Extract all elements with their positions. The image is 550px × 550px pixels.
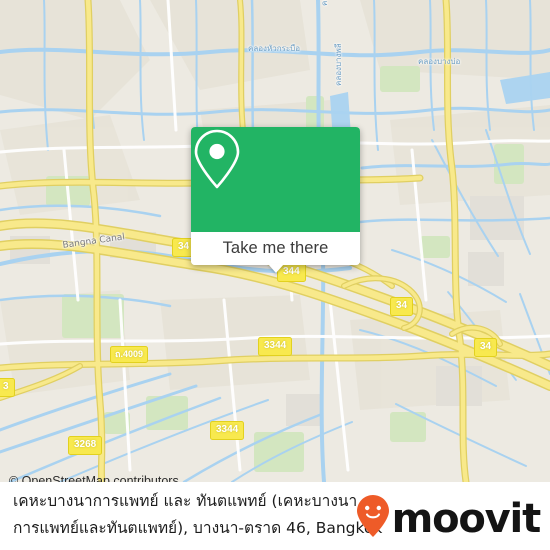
take-me-there-label: Take me there bbox=[222, 239, 329, 257]
moovit-pin-smiley-logo-icon bbox=[356, 494, 390, 543]
road-shield-3-edge[interactable]: 3 bbox=[0, 378, 15, 397]
road-shield-3344-mid[interactable]: 3344 bbox=[258, 337, 293, 356]
road-shield-34-far[interactable]: 34 bbox=[474, 338, 498, 357]
road-shield-4009[interactable]: ถ.4009 bbox=[110, 346, 148, 363]
footer-bar: เคหะบางนาการแพทย์ และ ทันตแพทย์ (เคหะบาง… bbox=[0, 482, 550, 550]
road-shield-3344-low[interactable]: 3344 bbox=[210, 421, 245, 440]
moovit-logo[interactable]: moovit bbox=[356, 494, 542, 543]
map-canvas[interactable]: คลองบางพลีน้อย คลองหัวกระบือ คลองบางบ่อ … bbox=[0, 0, 550, 482]
map-attribution: © OpenStreetMap contributors bbox=[9, 474, 179, 482]
take-me-there-card[interactable]: Take me there bbox=[191, 127, 360, 273]
moovit-wordmark: moovit bbox=[391, 495, 542, 542]
road-shield-34-right[interactable]: 34 bbox=[390, 297, 414, 316]
road-shield-3268[interactable]: 3268 bbox=[68, 436, 103, 455]
take-me-there-button[interactable]: Take me there bbox=[191, 232, 360, 265]
place-title: เคหะบางนาการแพทย์ และ ทันตแพทย์ (เคหะบาง… bbox=[13, 488, 413, 542]
card-green-header bbox=[191, 127, 360, 232]
place-title-line2: การแพทย์และทันตแพทย์), บางนา-ตราด 46, Ba… bbox=[13, 519, 383, 537]
place-title-line1: เคหะบางนาการแพทย์ และ ทันตแพทย์ (เคหะบาง… bbox=[13, 492, 358, 510]
moovit-place-map-card: คลองบางพลีน้อย คลองหัวกระบือ คลองบางบ่อ … bbox=[0, 0, 550, 550]
card-pointer-tail bbox=[267, 264, 284, 273]
